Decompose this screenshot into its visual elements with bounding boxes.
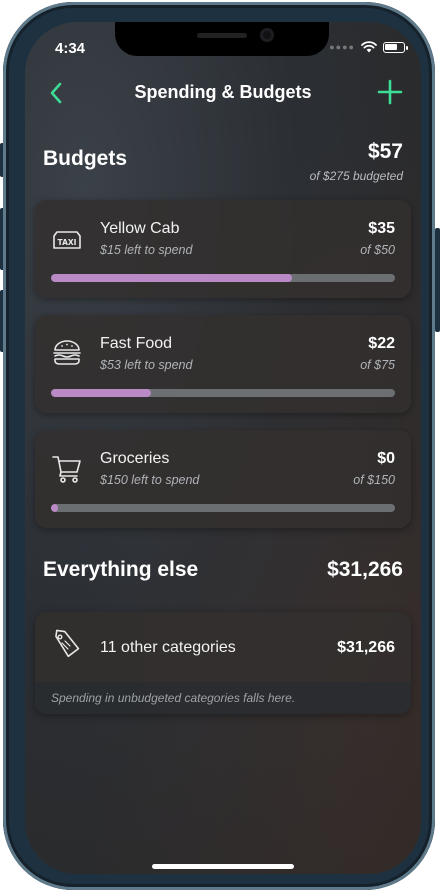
home-indicator[interactable] xyxy=(152,864,294,869)
status-time: 4:34 xyxy=(55,40,86,57)
other-categories-card[interactable]: 11 other categories $31,266 Spending in … xyxy=(35,612,411,714)
add-icon[interactable] xyxy=(377,79,403,105)
budgets-total: $57 xyxy=(367,140,403,163)
budget-progress-fill xyxy=(51,504,58,512)
everything-else-header: Everything else $31,266 xyxy=(43,558,403,588)
budget-left-to-spend: $15 left to spend xyxy=(100,243,193,257)
everything-else-total: $31,266 xyxy=(327,558,403,581)
budget-left-to-spend: $53 left to spend xyxy=(100,358,193,372)
navigation-bar: Spending & Budgets xyxy=(25,78,421,108)
battery-icon xyxy=(383,41,408,53)
signal-dots: ●●●● xyxy=(329,42,355,52)
budget-progress-track xyxy=(51,274,395,282)
budget-spent: $35 xyxy=(368,220,395,237)
budget-card-fast-food[interactable]: Fast Food $53 left to spend $22 of $75 xyxy=(35,315,411,413)
page-title: Spending & Budgets xyxy=(134,82,312,102)
power-button xyxy=(435,228,440,332)
phone-frame: 4:34 ●●●● Spending & Budgets Budgets $57… xyxy=(3,2,435,890)
budgets-header: Budgets $57 of $275 budgeted xyxy=(43,140,403,190)
burger-icon xyxy=(53,340,81,365)
budgets-title: Budgets xyxy=(43,147,127,170)
budget-limit: of $50 xyxy=(360,243,395,257)
front-camera xyxy=(260,28,274,42)
budget-progress-fill xyxy=(51,274,292,282)
status-icons: ●●●● xyxy=(329,41,408,53)
budget-spent: $0 xyxy=(377,450,395,467)
price-tag-icon xyxy=(55,629,80,658)
unbudgeted-footer-note: Spending in unbudgeted categories falls … xyxy=(35,682,411,714)
budget-progress-fill xyxy=(51,389,151,397)
budget-limit: of $150 xyxy=(353,473,395,487)
budget-progress-track xyxy=(51,504,395,512)
budget-progress-track xyxy=(51,389,395,397)
other-categories-amount: $31,266 xyxy=(337,639,395,656)
cart-icon xyxy=(52,456,81,483)
taxi-icon: TAXI xyxy=(53,231,81,249)
other-categories-label: 11 other categories xyxy=(100,639,236,656)
notch xyxy=(115,22,329,56)
wifi-icon xyxy=(361,41,377,53)
budget-spent: $22 xyxy=(368,335,395,352)
budget-name: Groceries xyxy=(100,450,170,467)
budget-limit: of $75 xyxy=(360,358,395,372)
budget-name: Yellow Cab xyxy=(100,220,180,237)
budgets-subtitle: of $275 budgeted xyxy=(309,169,403,183)
budget-left-to-spend: $150 left to spend xyxy=(100,473,200,487)
speaker xyxy=(197,33,247,38)
budget-card-groceries[interactable]: Groceries $150 left to spend $0 of $150 xyxy=(35,430,411,528)
screen: 4:34 ●●●● Spending & Budgets Budgets $57… xyxy=(25,22,421,874)
svg-text:TAXI: TAXI xyxy=(58,238,77,247)
budget-name: Fast Food xyxy=(100,335,173,352)
budget-card-yellow-cab[interactable]: TAXI Yellow Cab $15 left to spend $35 of… xyxy=(35,200,411,298)
